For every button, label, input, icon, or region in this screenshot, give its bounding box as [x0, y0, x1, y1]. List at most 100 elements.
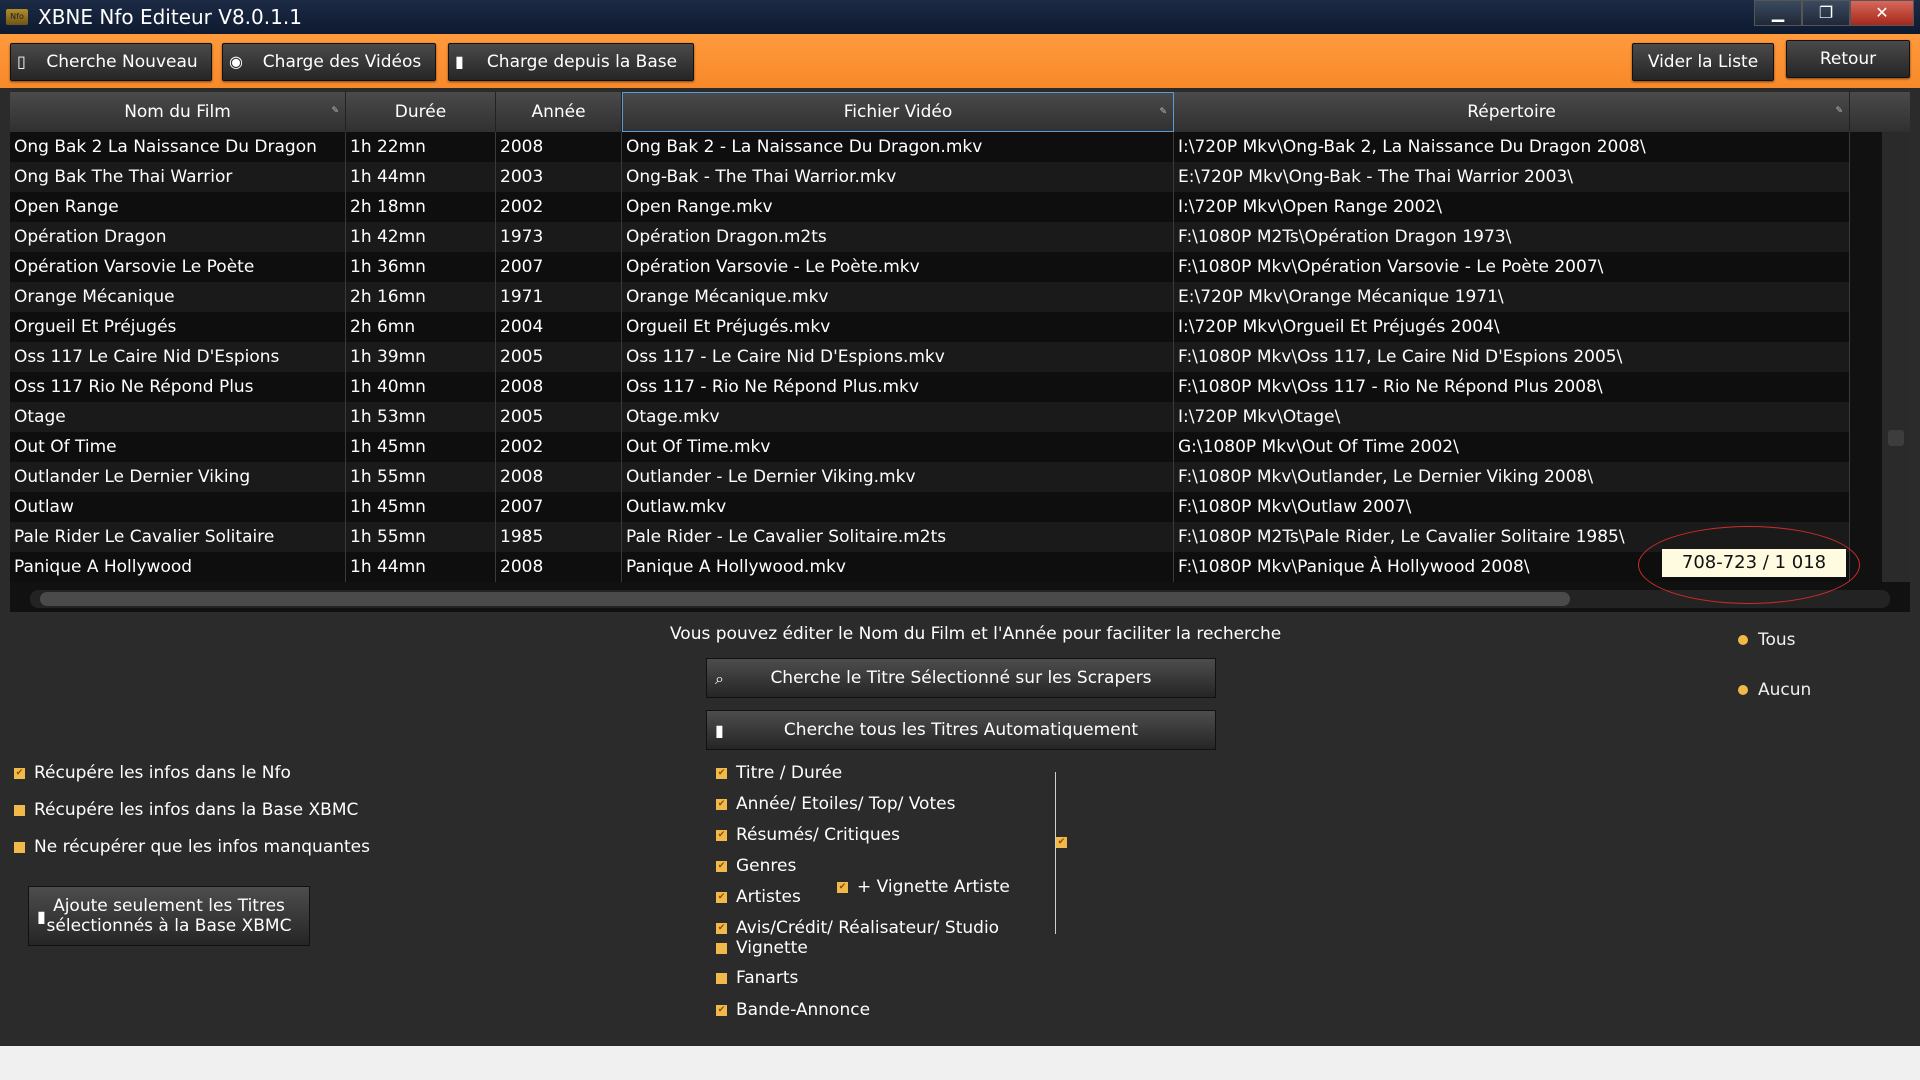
table-cell[interactable]: 2002 — [496, 432, 622, 462]
checkbox[interactable]: ✔ — [716, 798, 727, 810]
table-row[interactable]: Ong Bak 2 La Naissance Du Dragon 1h 22mn 2… — [10, 132, 1850, 162]
horizontal-scrollbar[interactable] — [30, 590, 1890, 608]
table-cell[interactable]: 2003 — [496, 162, 622, 192]
table-cell[interactable]: 1971 — [496, 282, 622, 312]
field-option[interactable]: Vignette — [716, 938, 808, 958]
table-cell[interactable]: 2008 — [496, 372, 622, 402]
table-cell[interactable]: 1973 — [496, 222, 622, 252]
restore-icon[interactable]: ❐ — [1802, 0, 1850, 26]
field-option[interactable]: ✔ Bande-Annonce — [716, 1000, 870, 1020]
table-cell[interactable]: 2008 — [496, 132, 622, 162]
table-cell[interactable]: 2005 — [496, 342, 622, 372]
table-cell[interactable]: Panique A Hollywood — [10, 552, 346, 582]
field-option[interactable]: ✔ Année/ Etoiles/ Top/ Votes — [716, 794, 955, 814]
option-artist-thumb[interactable]: ✔ + Vignette Artiste — [837, 877, 1010, 897]
column-header-video-file[interactable]: Fichier Vidéo ✎ — [622, 92, 1174, 132]
option-read-nfo[interactable]: ✔ Récupére les infos dans le Nfo — [14, 763, 291, 783]
field-option[interactable]: ✔ Genres — [716, 856, 796, 876]
search-selected-button[interactable]: ⌕ Cherche le Titre Sélectionné sur les S… — [706, 658, 1216, 698]
table-cell[interactable]: Open Range — [10, 192, 346, 222]
search-new-button[interactable]: ▯ Cherche Nouveau — [10, 43, 212, 81]
table-row[interactable]: Orange Mécanique 2h 16mn 1971 Orange Mécani… — [10, 282, 1850, 312]
table-cell[interactable]: Out Of Time — [10, 432, 346, 462]
table-cell[interactable]: Ong Bak The Thai Warrior — [10, 162, 346, 192]
close-icon[interactable]: ✕ — [1850, 0, 1914, 26]
table-cell[interactable]: Orgueil Et Préjugés — [10, 312, 346, 342]
field-option[interactable]: Fanarts — [716, 968, 798, 988]
checkbox[interactable] — [716, 942, 727, 954]
checkbox[interactable] — [716, 972, 727, 984]
column-header-year[interactable]: Année — [496, 92, 622, 132]
table-row[interactable]: Pale Rider Le Cavalier Solitaire 1h 55mn 1… — [10, 522, 1850, 552]
table-row[interactable]: Orgueil Et Préjugés 2h 6mn 2004 Orgueil Et … — [10, 312, 1850, 342]
table-row[interactable]: Oss 117 Rio Ne Répond Plus 1h 40mn 2008 Oss… — [10, 372, 1850, 402]
checkbox[interactable]: ✔ — [1056, 837, 1067, 848]
search-all-button[interactable]: ▮ Cherche tous les Titres Automatiquemen… — [706, 710, 1216, 750]
field-option[interactable]: ✔ Avis/Crédit/ Réalisateur/ Studio — [716, 918, 999, 938]
table-row[interactable]: Panique A Hollywood 1h 44mn 2008 Panique A … — [10, 552, 1850, 582]
checkbox[interactable]: ✔ — [716, 829, 727, 841]
table-cell[interactable]: Oss 117 Rio Ne Répond Plus — [10, 372, 346, 402]
column-header-duration[interactable]: Durée — [346, 92, 496, 132]
table-row[interactable]: Opération Dragon 1h 42mn 1973 Opération Dra… — [10, 222, 1850, 252]
record-counter: 708-723 / 1 018 — [1662, 549, 1846, 577]
table-cell[interactable]: Otage — [10, 402, 346, 432]
table-row[interactable]: Otage 1h 53mn 2005 Otage.mkv I:\720P Mkv\Ota… — [10, 402, 1850, 432]
back-button[interactable]: Retour — [1786, 40, 1910, 78]
table-cell[interactable]: Opération Dragon — [10, 222, 346, 252]
table-cell[interactable]: Opération Varsovie Le Poète — [10, 252, 346, 282]
minimize-icon[interactable]: ▁ — [1754, 0, 1802, 26]
radio-all[interactable]: Tous — [1738, 630, 1796, 650]
column-header-film-name[interactable]: Nom du Film ✎ — [10, 92, 346, 132]
table-cell[interactable]: Oss 117 Le Caire Nid D'Espions — [10, 342, 346, 372]
checkbox[interactable]: ✔ — [14, 767, 25, 779]
table-cell[interactable]: 2008 — [496, 462, 622, 492]
field-group-toggle[interactable]: ✔ — [1056, 837, 1076, 848]
table-cell[interactable]: Pale Rider Le Cavalier Solitaire — [10, 522, 346, 552]
option-read-xbmc-db[interactable]: Récupére les infos dans la Base XBMC — [14, 800, 358, 820]
field-option[interactable]: ✔ Titre / Durée — [716, 763, 842, 783]
table-cell[interactable]: Ong Bak 2 La Naissance Du Dragon — [10, 132, 346, 162]
table-cell[interactable]: Outlander Le Dernier Viking — [10, 462, 346, 492]
checkbox[interactable] — [14, 841, 25, 853]
vertical-scrollbar[interactable] — [1882, 132, 1910, 582]
table-cell[interactable]: 2008 — [496, 552, 622, 582]
load-from-db-button[interactable]: ▮ Charge depuis la Base — [448, 43, 694, 81]
column-header-directory[interactable]: Répertoire ✎ — [1174, 92, 1850, 132]
table-cell[interactable]: 2005 — [496, 402, 622, 432]
table-row[interactable]: Out Of Time 1h 45mn 2002 Out Of Time.mkv G:\… — [10, 432, 1850, 462]
table-cell[interactable]: 2007 — [496, 492, 622, 522]
table-row[interactable]: Opération Varsovie Le Poète 1h 36mn 2007 Op… — [10, 252, 1850, 282]
field-option[interactable]: ✔ Artistes — [716, 887, 801, 907]
horizontal-scroll-thumb[interactable] — [40, 592, 1570, 606]
table-cell: Outlaw.mkv — [622, 492, 1174, 522]
video-grid[interactable]: Nom du Film ✎ Durée Année Fichier Vidéo … — [10, 92, 1910, 612]
clear-list-button[interactable]: Vider la Liste — [1632, 43, 1774, 81]
auto-search-icon: ▮ — [715, 721, 724, 740]
table-row[interactable]: Ong Bak The Thai Warrior 1h 44mn 2003 Ong-B… — [10, 162, 1850, 192]
table-cell[interactable]: Outlaw — [10, 492, 346, 522]
field-option[interactable]: ✔ Résumés/ Critiques — [716, 825, 900, 845]
vertical-scroll-thumb[interactable] — [1888, 430, 1904, 446]
checkbox[interactable]: ✔ — [716, 1004, 727, 1016]
radio-none[interactable]: Aucun — [1738, 680, 1811, 700]
table-cell[interactable]: 2007 — [496, 252, 622, 282]
checkbox[interactable]: ✔ — [716, 922, 727, 934]
checkbox[interactable]: ✔ — [716, 891, 727, 903]
checkbox[interactable]: ✔ — [716, 767, 727, 779]
add-selected-to-db-button[interactable]: ▮ Ajoute seulement les Titres sélectionn… — [28, 886, 310, 946]
table-cell[interactable]: 2004 — [496, 312, 622, 342]
option-missing-only[interactable]: Ne récupérer que les infos manquantes — [14, 837, 370, 857]
checkbox[interactable]: ✔ — [837, 881, 848, 893]
table-row[interactable]: Oss 117 Le Caire Nid D'Espions 1h 39mn 200… — [10, 342, 1850, 372]
table-row[interactable]: Outlaw 1h 45mn 2007 Outlaw.mkv F:\1080P Mkv\… — [10, 492, 1850, 522]
table-cell[interactable]: 1985 — [496, 522, 622, 552]
option-label: Fanarts — [736, 968, 799, 988]
table-cell[interactable]: 2002 — [496, 192, 622, 222]
load-videos-button[interactable]: ◉ Charge des Vidéos — [222, 43, 436, 81]
checkbox[interactable]: ✔ — [716, 860, 727, 872]
table-row[interactable]: Outlander Le Dernier Viking 1h 55mn 2008 Ou… — [10, 462, 1850, 492]
table-row[interactable]: Open Range 2h 18mn 2002 Open Range.mkv I:\72… — [10, 192, 1850, 222]
table-cell[interactable]: Orange Mécanique — [10, 282, 346, 312]
checkbox[interactable] — [14, 804, 25, 816]
